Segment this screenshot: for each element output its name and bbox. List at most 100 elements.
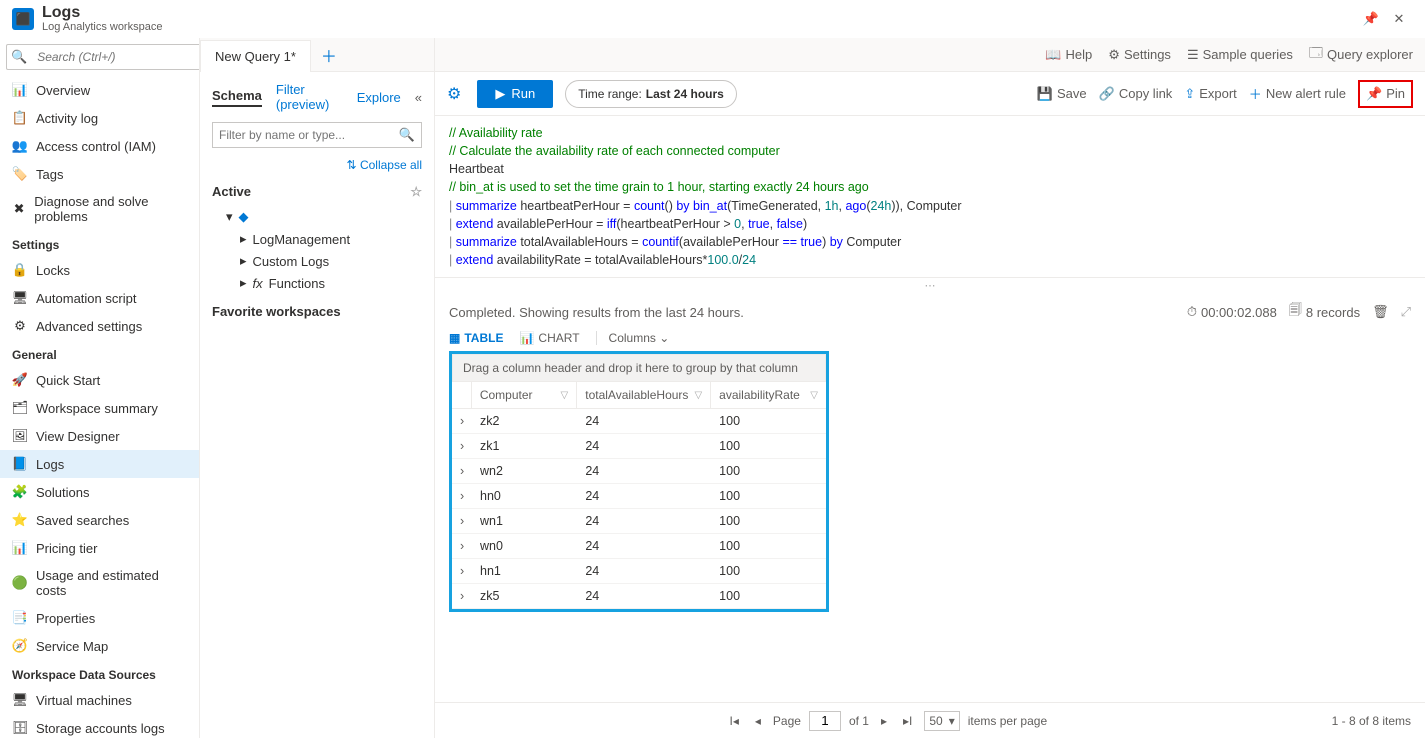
filter-icon[interactable]: ▽	[561, 390, 569, 401]
schema-tab-explore[interactable]: Explore	[357, 90, 401, 105]
query-tab[interactable]: New Query 1*	[200, 40, 311, 72]
table-row[interactable]: › wn1 24 100	[452, 509, 826, 534]
sidebar-item[interactable]: 🗂Workspace summary	[0, 394, 199, 422]
expand-row-icon[interactable]: ›	[452, 534, 472, 558]
tree-node[interactable]: ▸ Custom Logs	[212, 250, 422, 272]
table-row[interactable]: › wn2 24 100	[452, 459, 826, 484]
schema-tab-schema[interactable]: Schema	[212, 88, 262, 107]
pager-last-icon[interactable]: ▸I	[899, 714, 916, 728]
pager-prev-icon[interactable]: ◂	[751, 714, 765, 728]
run-button[interactable]: ▶ Run	[477, 80, 553, 108]
expand-row-icon[interactable]: ›	[452, 459, 472, 483]
sidebar-search[interactable]: 🔍	[6, 44, 200, 70]
nav-icon: 🖼	[12, 428, 28, 444]
sidebar-item[interactable]: ✖Diagnose and solve problems	[0, 188, 199, 230]
sidebar-item[interactable]: 📊Pricing tier	[0, 534, 199, 562]
pager-next-icon[interactable]: ▸	[877, 714, 891, 728]
sidebar-item[interactable]: 🔒Locks	[0, 256, 199, 284]
favorite-star-icon[interactable]: ☆	[410, 184, 422, 200]
new-alert-rule-button[interactable]: ＋New alert rule	[1249, 84, 1346, 103]
close-icon[interactable]: ✕	[1385, 5, 1413, 33]
nav-icon: 📑	[12, 610, 28, 626]
tree-workspace[interactable]: ▾ ◆	[212, 206, 422, 228]
sample-queries-button[interactable]: ☰Sample queries	[1187, 47, 1293, 63]
resize-handle[interactable]: ⋯	[435, 278, 1425, 293]
expand-row-icon[interactable]: ›	[452, 509, 472, 533]
sidebar-search-input[interactable]	[31, 50, 200, 64]
column-header-totalhours[interactable]: totalAvailableHours▽	[577, 382, 711, 408]
sidebar-item[interactable]: 🟢Usage and estimated costs	[0, 562, 199, 604]
pin-header-icon[interactable]: 📌	[1357, 5, 1385, 33]
view-tab-chart[interactable]: 📊CHART	[519, 331, 579, 345]
add-tab-icon[interactable]: ＋	[311, 43, 347, 67]
sidebar-item[interactable]: 📑Properties	[0, 604, 199, 632]
page-subtitle: Log Analytics workspace	[42, 21, 162, 33]
filter-icon[interactable]: ▽	[810, 390, 818, 401]
table-row[interactable]: › wn0 24 100	[452, 534, 826, 559]
sidebar-item[interactable]: ⚙Advanced settings	[0, 312, 199, 340]
nav-label: Saved searches	[36, 513, 129, 528]
cell-hours: 24	[577, 459, 711, 483]
sidebar-item[interactable]: 👥Access control (IAM)	[0, 132, 199, 160]
expand-row-icon[interactable]: ›	[452, 434, 472, 458]
copy-link-button[interactable]: 🔗Copy link	[1099, 86, 1173, 102]
expand-results-icon[interactable]: ⤢	[1401, 304, 1411, 320]
pager-first-icon[interactable]: I◂	[726, 714, 743, 728]
schema-filter-box[interactable]: 🔍	[212, 122, 422, 148]
sidebar-item[interactable]: 🖥Automation script	[0, 284, 199, 312]
help-button[interactable]: 📖Help	[1045, 47, 1092, 63]
pager-page-input[interactable]	[809, 711, 841, 731]
table-row[interactable]: › hn0 24 100	[452, 484, 826, 509]
pager-range: 1 - 8 of 8 items	[1332, 714, 1411, 728]
expand-row-icon[interactable]: ›	[452, 559, 472, 583]
tree-node[interactable]: ▸ LogManagement	[212, 228, 422, 250]
sidebar-item[interactable]: 🖼View Designer	[0, 422, 199, 450]
pager-size-select[interactable]: 50▾	[924, 711, 959, 731]
table-row[interactable]: › zk1 24 100	[452, 434, 826, 459]
sidebar-item[interactable]: 🚀Quick Start	[0, 366, 199, 394]
cell-computer: wn0	[472, 534, 577, 558]
sidebar-item[interactable]: 🗄Storage accounts logs	[0, 714, 199, 738]
filter-icon[interactable]: ▽	[694, 390, 702, 401]
sidebar-item[interactable]: 🖥Virtual machines	[0, 686, 199, 714]
collapse-all-button[interactable]: ⇅ Collapse all	[200, 152, 434, 178]
column-header-availrate[interactable]: availabilityRate▽	[711, 382, 826, 408]
save-button[interactable]: 💾Save	[1037, 86, 1087, 102]
pin-button[interactable]: 📌Pin	[1358, 80, 1413, 108]
view-tab-table[interactable]: ▦TABLE	[449, 331, 503, 345]
expand-row-icon[interactable]: ›	[452, 584, 472, 608]
column-header-computer[interactable]: Computer▽	[472, 382, 577, 408]
sidebar-item[interactable]: 🧭Service Map	[0, 632, 199, 660]
table-row[interactable]: › zk5 24 100	[452, 584, 826, 609]
expand-row-icon[interactable]: ›	[452, 409, 472, 433]
sidebar-item[interactable]: 🏷️Tags	[0, 160, 199, 188]
tree-node[interactable]: ▸ fx Functions	[212, 272, 422, 294]
nav-icon: 🗂	[12, 400, 28, 416]
sidebar-item[interactable]: 🧩Solutions	[0, 478, 199, 506]
schema-filter-input[interactable]	[213, 128, 393, 142]
schema-tab-filter[interactable]: Filter (preview)	[276, 82, 343, 112]
query-editor[interactable]: // Availability rate// Calculate the ava…	[435, 116, 1425, 278]
query-explorer-button[interactable]: 🗔Query explorer	[1309, 44, 1413, 66]
table-row[interactable]: › hn1 24 100	[452, 559, 826, 584]
cell-hours: 24	[577, 434, 711, 458]
nav-label: Pricing tier	[36, 541, 97, 556]
nav-icon: 👥	[12, 138, 28, 154]
book-icon: 📖	[1045, 47, 1061, 63]
nav-icon: 🖥	[12, 290, 28, 306]
cell-computer: zk5	[472, 584, 577, 608]
settings-button[interactable]: ⚙Settings	[1108, 47, 1171, 63]
sidebar-item[interactable]: 📘Logs	[0, 450, 199, 478]
delete-results-icon[interactable]: 🗑	[1372, 304, 1389, 320]
export-button[interactable]: ⇪Export	[1184, 86, 1236, 102]
columns-button[interactable]: Columns ⌄	[596, 331, 670, 345]
filter-settings-icon[interactable]: ⚙	[447, 84, 461, 104]
expand-row-icon[interactable]: ›	[452, 484, 472, 508]
sidebar-item[interactable]: 📊Overview	[0, 76, 199, 104]
sidebar-item[interactable]: 📋Activity log	[0, 104, 199, 132]
group-by-hint[interactable]: Drag a column header and drop it here to…	[452, 354, 826, 382]
time-range-selector[interactable]: Time range: Last 24 hours	[565, 80, 737, 108]
sidebar-item[interactable]: ⭐Saved searches	[0, 506, 199, 534]
schema-collapse-icon[interactable]: «	[415, 90, 422, 105]
table-row[interactable]: › zk2 24 100	[452, 409, 826, 434]
